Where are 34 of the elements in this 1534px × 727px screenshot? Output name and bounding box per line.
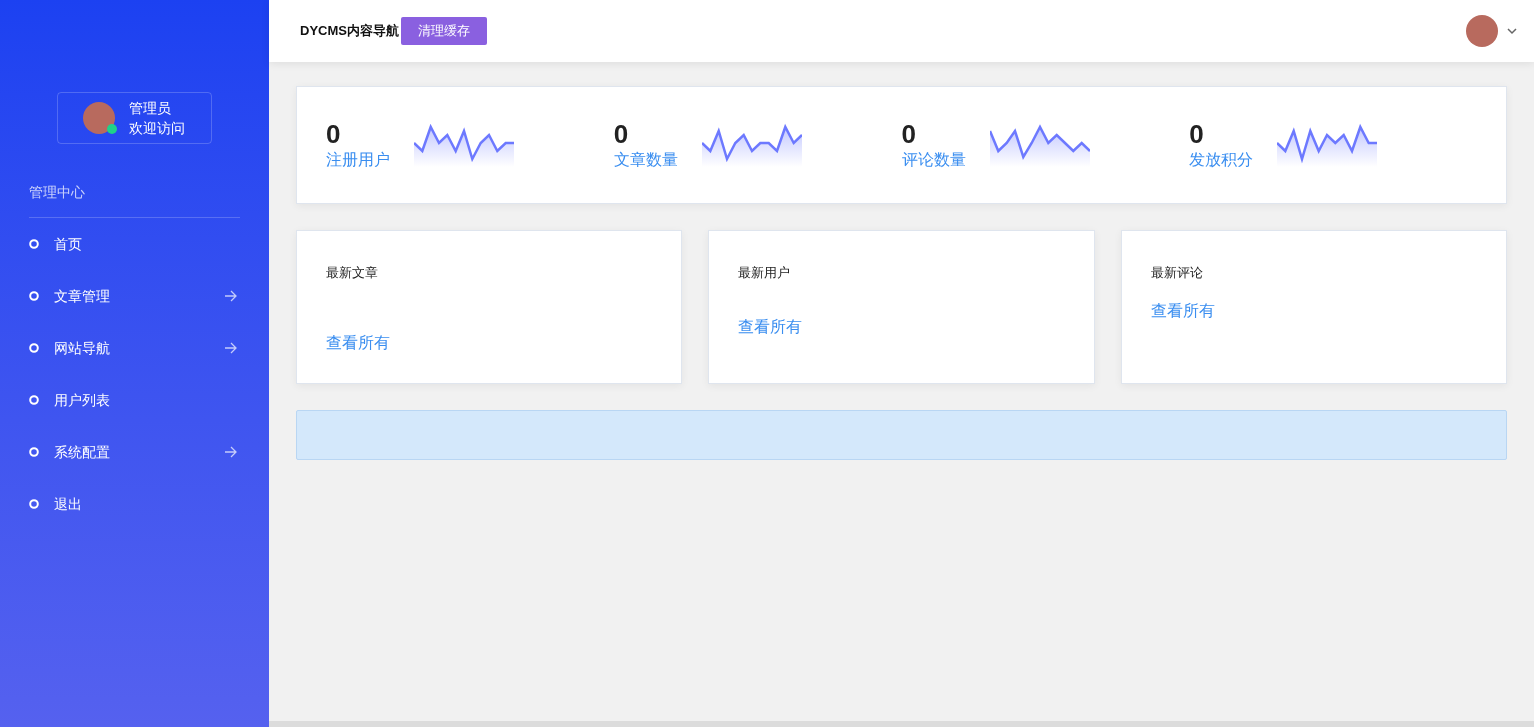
card-title: 最新评论: [1150, 264, 1203, 282]
menu-item[interactable]: 网站导航: [29, 322, 240, 374]
stat-value: 0: [1189, 119, 1205, 149]
user-name: 管理员: [129, 99, 172, 118]
view-all-link[interactable]: 查看所有: [326, 330, 390, 355]
menu-item[interactable]: 用户列表: [29, 374, 240, 426]
circle-icon: [29, 395, 39, 405]
stat-value: 0: [613, 119, 630, 149]
circle-icon: [29, 239, 39, 249]
stat-label: 发放积分: [1189, 150, 1254, 170]
stat-value: 0: [326, 119, 342, 149]
stat-label: 文章数量: [613, 150, 678, 170]
avatar: [83, 102, 115, 134]
circle-icon: [29, 291, 39, 301]
menu-item[interactable]: 系统配置: [29, 426, 240, 478]
menu-item[interactable]: 退出: [29, 478, 240, 530]
stat-label: 评论数量: [901, 150, 966, 170]
view-all-link[interactable]: 查看所有: [1150, 298, 1215, 323]
chevron-down-icon[interactable]: [1506, 27, 1518, 35]
stat-value: 0: [901, 119, 917, 149]
circle-icon: [29, 343, 39, 353]
site-title: DYCMS内容导航: [300, 22, 399, 41]
clear-cache-button[interactable]: 清理缓存: [400, 17, 487, 45]
card-title: 最新用户: [738, 264, 791, 282]
stat-label: 注册用户: [326, 150, 390, 170]
view-all-link[interactable]: 查看所有: [738, 314, 803, 339]
menu-item[interactable]: 文章管理: [29, 270, 240, 322]
section-title: 管理中心: [29, 182, 240, 218]
circle-icon: [29, 499, 39, 509]
card-title: 最新文章: [326, 264, 378, 282]
greeting-text: 欢迎访问: [129, 119, 185, 138]
menu-item[interactable]: 首页: [29, 218, 240, 270]
circle-icon: [29, 447, 39, 457]
avatar[interactable]: [1466, 15, 1498, 47]
